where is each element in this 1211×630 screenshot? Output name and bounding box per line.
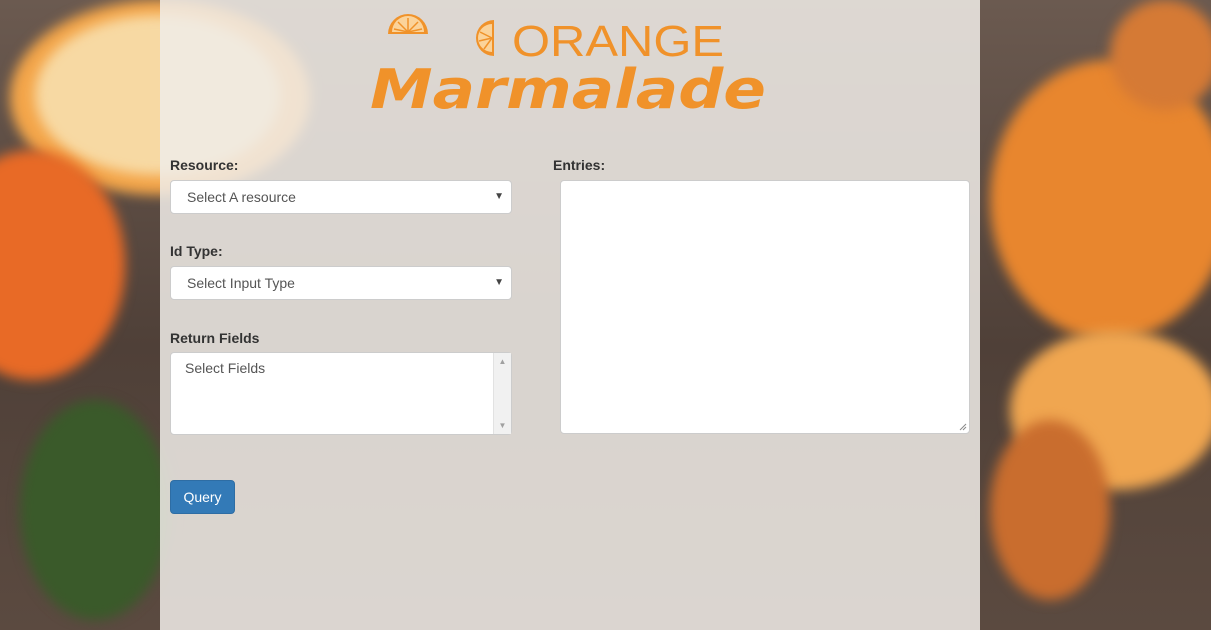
orange-wedge-icon bbox=[476, 20, 494, 56]
entries-textarea[interactable] bbox=[560, 180, 970, 434]
caret-down-icon: ▼ bbox=[494, 191, 504, 202]
resource-label: Resource: bbox=[170, 157, 239, 173]
id-type-label: Id Type: bbox=[170, 243, 223, 259]
return-fields-placeholder: Select Fields bbox=[185, 360, 266, 376]
id-type-select[interactable]: Select Input Type ▼ bbox=[170, 266, 512, 300]
query-button[interactable]: Query bbox=[170, 480, 235, 514]
scroll-down-icon[interactable]: ▼ bbox=[494, 421, 511, 430]
resource-select[interactable]: Select A resource ▼ bbox=[170, 180, 512, 214]
caret-down-icon: ▼ bbox=[494, 277, 504, 288]
id-type-select-value: Select Input Type bbox=[187, 275, 295, 291]
entries-label: Entries: bbox=[553, 157, 606, 173]
orange-marmalade-logo: ORANGE Marmalade bbox=[370, 14, 766, 116]
orange-slice-icon bbox=[388, 14, 428, 34]
resize-grip-icon[interactable] bbox=[959, 423, 967, 431]
return-fields-multiselect[interactable]: Select Fields ▲ ▼ bbox=[170, 352, 512, 435]
logo-word-marmalade: Marmalade bbox=[370, 58, 766, 116]
scroll-up-icon[interactable]: ▲ bbox=[494, 357, 511, 366]
scrollbar[interactable]: ▲ ▼ bbox=[493, 353, 511, 434]
resource-select-value: Select A resource bbox=[187, 189, 296, 205]
return-fields-label: Return Fields bbox=[170, 330, 260, 346]
